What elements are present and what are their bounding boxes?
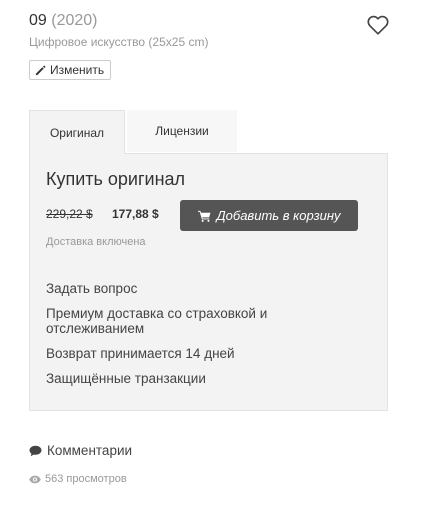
- old-price: 229,22 $: [46, 207, 93, 221]
- views-label: 563 просмотров: [45, 473, 127, 485]
- artwork-title: 09: [29, 12, 47, 29]
- comments-link[interactable]: Комментарии: [29, 443, 132, 458]
- favorite-button[interactable]: [367, 15, 389, 35]
- edit-button[interactable]: Изменить: [29, 60, 112, 80]
- purchase-panel: Купить оригинал 229,22 $ 177,88 $ Добави…: [29, 153, 388, 411]
- ask-question-link[interactable]: Задать вопрос: [46, 281, 137, 296]
- artwork-subtitle: Цифровое искусство (25x25 cm): [29, 35, 209, 49]
- eye-icon: [29, 475, 41, 483]
- feature-premium-delivery: Премиум доставка со страховкой и отслежи…: [46, 306, 268, 336]
- new-price: 177,88 $: [112, 207, 159, 221]
- buy-original-heading: Купить оригинал: [46, 169, 186, 189]
- tab-licenses-label: Лицензии: [155, 124, 209, 138]
- view-count: 563 просмотров: [29, 473, 127, 485]
- artwork-title-row: 09 (2020): [29, 12, 98, 30]
- add-to-cart-button[interactable]: Добавить в корзину: [180, 200, 358, 231]
- tab-original[interactable]: Оригинал: [29, 110, 125, 154]
- feature-returns: Возврат принимается 14 дней: [46, 346, 235, 361]
- tab-licenses[interactable]: Лицензии: [127, 110, 237, 152]
- comments-label: Комментарии: [47, 443, 133, 458]
- pencil-icon: [35, 65, 46, 75]
- feature-secure-transactions: Защищённые транзакции: [46, 371, 206, 386]
- cart-icon: [197, 210, 210, 222]
- delivery-note: Доставка включена: [46, 236, 146, 248]
- edit-button-label: Изменить: [50, 63, 105, 77]
- comment-icon: [29, 445, 42, 456]
- add-to-cart-label: Добавить в корзину: [216, 208, 341, 223]
- tab-original-label: Оригинал: [49, 125, 105, 140]
- heart-icon: [367, 15, 389, 35]
- artwork-year: (2020): [51, 12, 98, 29]
